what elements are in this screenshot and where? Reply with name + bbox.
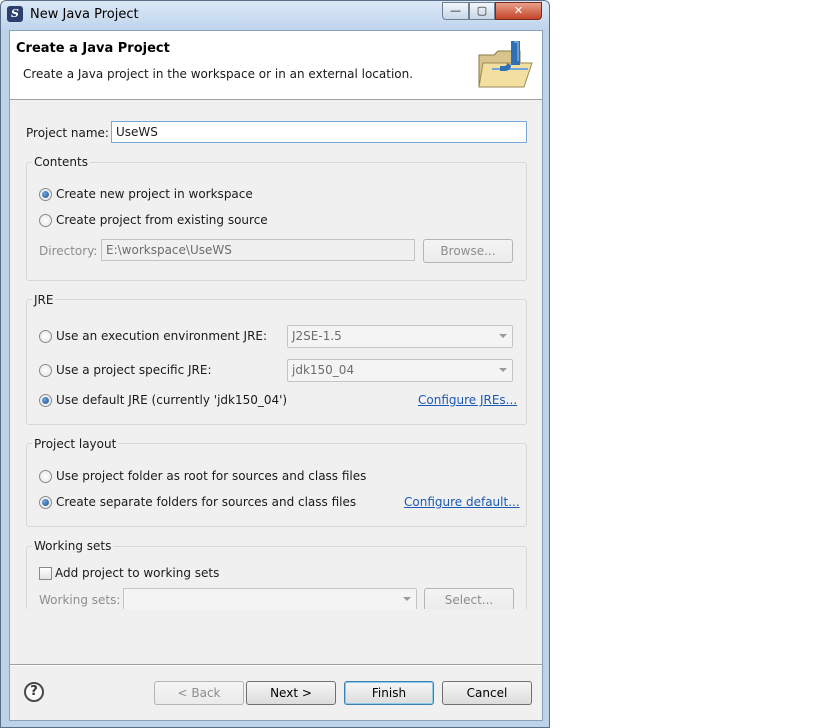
finish-button[interactable]: Finish xyxy=(344,681,434,705)
maximize-button[interactable]: ▢ xyxy=(469,2,495,20)
back-button[interactable]: < Back xyxy=(154,681,244,705)
create-new-project-label[interactable]: Create new project in workspace xyxy=(56,187,253,201)
default-jre-label[interactable]: Use default JRE (currently 'jdk150_04') xyxy=(56,393,287,407)
configure-jres-link[interactable]: Configure JREs... xyxy=(418,393,517,407)
execution-environment-label[interactable]: Use an execution environment JRE: xyxy=(56,329,267,343)
project-specific-jre-combo[interactable]: jdk150_04 xyxy=(287,359,513,382)
help-icon[interactable]: ? xyxy=(24,682,44,702)
new-java-project-dialog: S New Java Project — ▢ ✕ Create a Java P… xyxy=(0,0,550,728)
close-button[interactable]: ✕ xyxy=(495,2,542,20)
execution-environment-value: J2SE-1.5 xyxy=(292,329,342,343)
execution-environment-radio[interactable] xyxy=(39,330,52,343)
project-layout-group-title: Project layout xyxy=(32,437,119,451)
minimize-button[interactable]: — xyxy=(442,2,469,20)
wizard-header: Create a Java Project Create a Java proj… xyxy=(10,31,542,100)
chevron-down-icon xyxy=(499,368,507,372)
create-new-project-radio[interactable] xyxy=(39,188,52,201)
browse-button[interactable]: Browse... xyxy=(423,239,513,263)
project-specific-jre-radio[interactable] xyxy=(39,364,52,377)
configure-default-link[interactable]: Configure default... xyxy=(404,495,520,509)
cancel-button[interactable]: Cancel xyxy=(442,681,532,705)
title-bar[interactable]: S New Java Project — ▢ ✕ xyxy=(1,1,549,30)
project-folder-root-radio[interactable] xyxy=(39,470,52,483)
dialog-body: Create a Java Project Create a Java proj… xyxy=(9,30,543,721)
add-to-working-sets-checkbox[interactable] xyxy=(39,567,52,580)
working-sets-combo[interactable] xyxy=(123,588,417,611)
working-sets-group-title: Working sets xyxy=(32,539,114,553)
chevron-down-icon xyxy=(499,334,507,338)
create-from-existing-radio[interactable] xyxy=(39,214,52,227)
footer-separator xyxy=(10,664,542,666)
separate-folders-radio[interactable] xyxy=(39,496,52,509)
default-jre-radio[interactable] xyxy=(39,394,52,407)
jre-group-title: JRE xyxy=(32,293,56,307)
chevron-down-icon xyxy=(403,597,411,601)
project-name-field[interactable]: UseWS xyxy=(111,121,527,143)
directory-label: Directory: xyxy=(39,244,98,258)
next-button[interactable]: Next > xyxy=(246,681,336,705)
project-specific-jre-label[interactable]: Use a project specific JRE: xyxy=(56,363,212,377)
add-to-working-sets-label[interactable]: Add project to working sets xyxy=(55,566,219,580)
java-project-folder-icon xyxy=(478,41,533,88)
eclipse-app-icon: S xyxy=(7,6,23,22)
separate-folders-label[interactable]: Create separate folders for sources and … xyxy=(56,495,356,509)
project-specific-jre-value: jdk150_04 xyxy=(292,363,355,377)
window-title: New Java Project xyxy=(30,7,139,22)
page-title: Create a Java Project xyxy=(16,41,170,56)
working-sets-label: Working sets: xyxy=(39,593,121,607)
project-layout-group xyxy=(26,443,527,527)
page-description: Create a Java project in the workspace o… xyxy=(23,67,414,81)
create-from-existing-label[interactable]: Create project from existing source xyxy=(56,213,268,227)
project-folder-root-label[interactable]: Use project folder as root for sources a… xyxy=(56,469,366,483)
execution-environment-combo[interactable]: J2SE-1.5 xyxy=(287,325,513,348)
directory-field[interactable]: E:\workspace\UseWS xyxy=(101,239,415,261)
project-name-label: Project name: xyxy=(26,126,109,140)
contents-group-title: Contents xyxy=(32,155,90,169)
scroll-clip-area xyxy=(26,609,530,661)
